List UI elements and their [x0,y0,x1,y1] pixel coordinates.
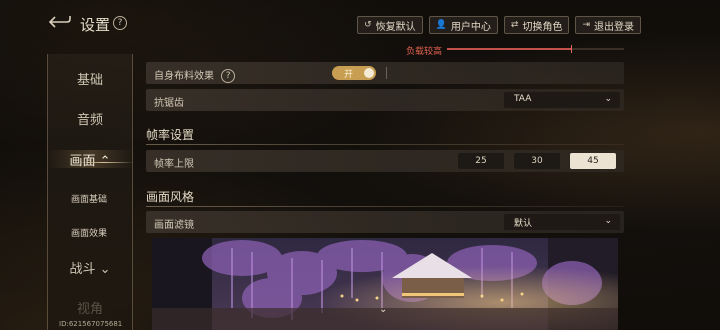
nav-item-basic[interactable]: 基础 [47,69,133,88]
load-warning-label: 负载较高 [406,47,443,57]
setting-row-anti-aliasing: 抗锯齿 TAA ⌄ [146,89,624,111]
load-meter [447,45,624,53]
switch-character-label: 切换角色 [522,21,563,33]
restore-default-label: 恢复默认 [375,21,416,33]
preview-scene [152,238,618,330]
back-arrow-icon [48,16,71,28]
nav-item-combat-label: 战斗 [69,262,96,277]
toggle-knob [364,68,374,78]
chevron-down-icon: ⌄ [604,216,612,226]
toggle-on-label: 开 [344,70,354,80]
restore-default-button[interactable]: ↺ 恢复默认 [357,16,423,34]
filter-label: 画面滤镜 [154,220,194,231]
restore-icon: ↺ [364,20,372,30]
user-center-label: 用户中心 [450,21,491,33]
back-button[interactable] [47,13,73,31]
nav-item-camera[interactable]: 视角 [47,298,133,317]
swap-icon: ⇄ [510,20,519,30]
player-id: ID:621567075681 [59,320,123,328]
filter-preview-image [152,238,618,330]
switch-character-button[interactable]: ⇄ 切换角色 [503,16,570,34]
chevron-down-icon: ⌄ [604,94,612,104]
nav-item-audio[interactable]: 音频 [47,109,133,128]
setting-row-frame-rate: 帧率上限 25 30 45 [146,150,624,172]
frame-rate-label: 帧率上限 [154,159,194,170]
nav-active-underline [74,162,134,163]
frame-rate-option-30[interactable]: 30 [514,153,560,169]
setting-row-cloth-effect: 自身布料效果 ? 开 [146,62,624,84]
anti-aliasing-label: 抗锯齿 [154,98,184,109]
chevron-down-icon[interactable]: ⌄ [379,304,387,315]
load-meter-fill [447,48,571,50]
user-center-button[interactable]: 👤 用户中心 [428,16,498,34]
page-title: 设置 [80,16,111,34]
filter-select[interactable]: 默认 ⌄ [504,214,620,230]
load-meter-marker [570,45,572,53]
help-icon[interactable]: ? [113,16,127,30]
filter-value: 默认 [514,219,533,229]
section-title-visual-style: 画面风格 [146,190,195,204]
cloth-effect-toggle[interactable]: 开 [332,66,376,80]
nav-subitem-graphics-basic[interactable]: 画面基础 [59,192,119,205]
user-icon: 👤 [435,20,447,30]
cloth-effect-help-icon[interactable]: ? [221,69,236,83]
nav-subitem-graphics-effects[interactable]: 画面效果 [59,226,119,239]
frame-rate-option-25[interactable]: 25 [458,153,504,169]
nav-item-combat[interactable]: 战斗 ⌄ [47,258,133,277]
logout-button[interactable]: ⇥ 退出登录 [575,16,641,34]
logout-icon: ⇥ [582,20,590,30]
section-title-frame-rate: 帧率设置 [146,128,195,142]
chevron-down-icon: ⌄ [99,262,111,277]
anti-aliasing-select[interactable]: TAA ⌄ [504,92,620,108]
nav-item-graphics[interactable]: 画面 ⌃ [47,150,133,169]
section-divider [146,206,624,207]
cloth-effect-label-text: 自身布料效果 [154,71,214,82]
top-actions: ↺ 恢复默认 👤 用户中心 ⇄ 切换角色 ⇥ 退出登录 [357,16,641,34]
frame-rate-option-45[interactable]: 45 [570,153,616,169]
logout-label: 退出登录 [594,21,634,33]
section-divider [146,144,624,145]
cloth-effect-label: 自身布料效果 ? [154,67,236,84]
anti-aliasing-value: TAA [514,94,532,104]
setting-row-filter: 画面滤镜 默认 ⌄ [146,211,624,233]
row-divider [386,67,387,79]
